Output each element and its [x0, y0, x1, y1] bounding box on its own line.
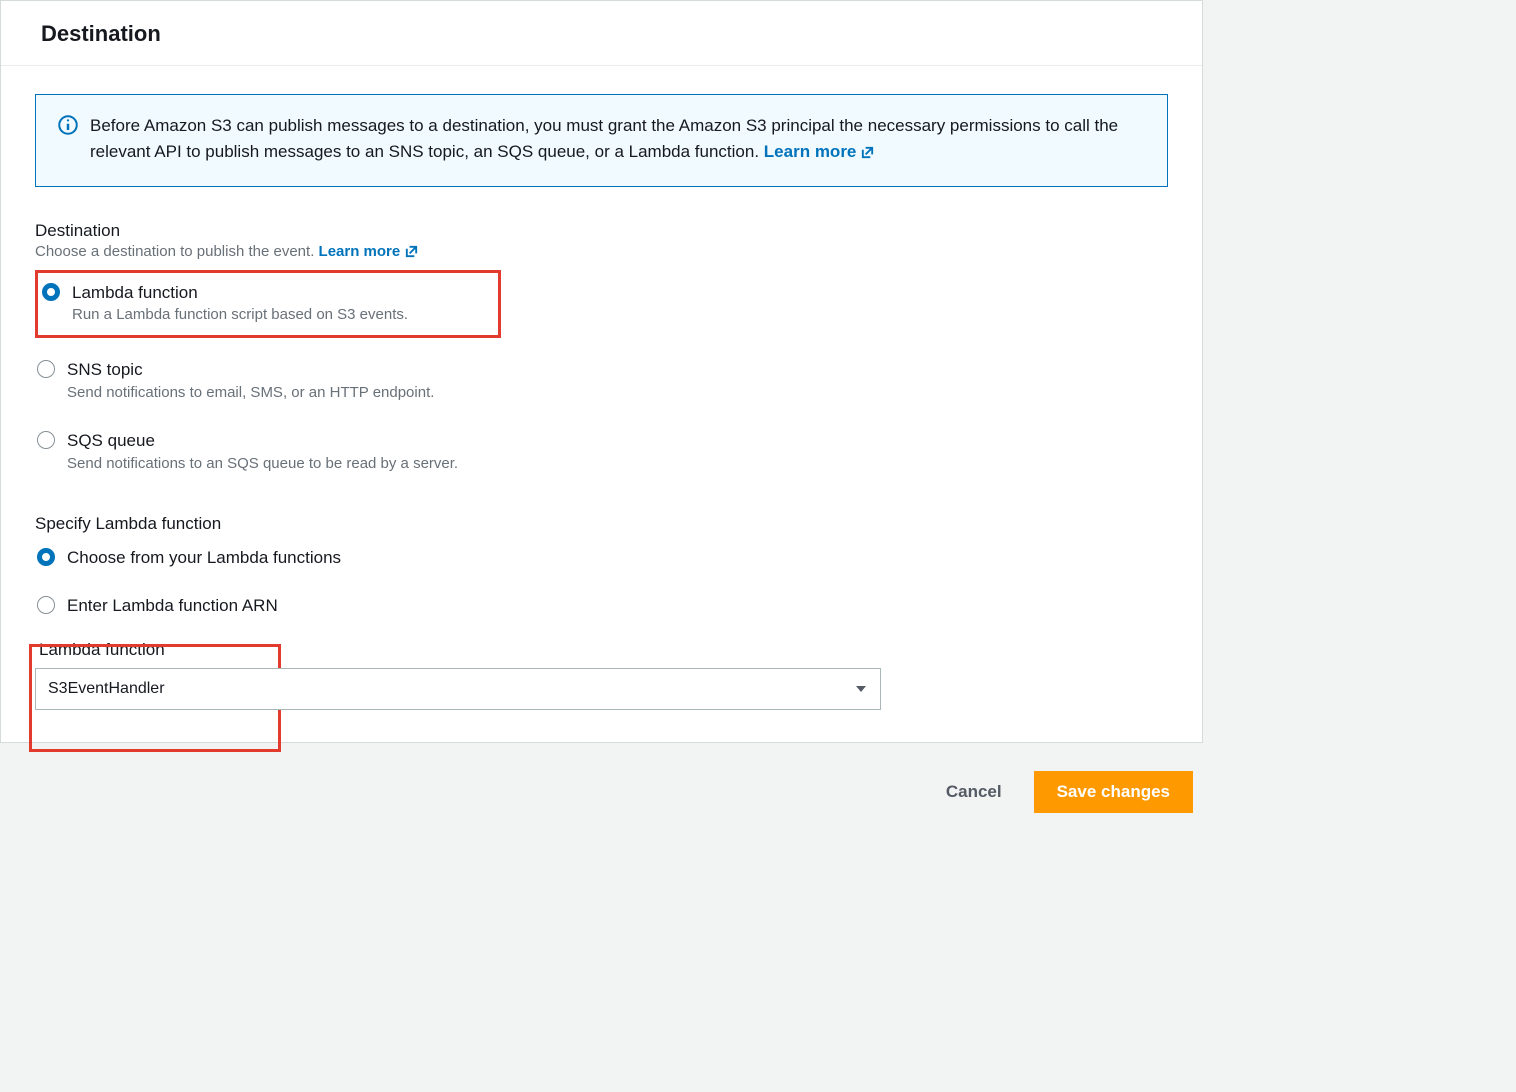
radio-label-group: Enter Lambda function ARN	[67, 594, 278, 618]
lambda-function-select[interactable]: S3EventHandler	[35, 668, 881, 710]
destination-radio-group: Lambda function Run a Lambda function sc…	[35, 270, 1168, 480]
chevron-down-icon	[855, 683, 867, 695]
radio-enter-arn[interactable]: Enter Lambda function ARN	[35, 588, 1168, 626]
radio-title: SNS topic	[67, 358, 434, 382]
info-message: Before Amazon S3 can publish messages to…	[90, 116, 1118, 161]
select-value: S3EventHandler	[35, 668, 881, 710]
lambda-select-area: Lambda function S3EventHandler	[35, 640, 1168, 710]
panel-header: Destination	[1, 1, 1202, 66]
save-changes-button[interactable]: Save changes	[1034, 771, 1193, 813]
destination-desc: Choose a destination to publish the even…	[35, 243, 1168, 260]
radio-sns-topic[interactable]: SNS topic Send notifications to email, S…	[35, 352, 1168, 409]
radio-indicator	[37, 596, 55, 614]
radio-desc: Run a Lambda function script based on S3…	[72, 306, 408, 323]
destination-learn-more-link[interactable]: Learn more	[319, 243, 420, 260]
destination-section: Destination Choose a destination to publ…	[35, 221, 1168, 480]
footer-actions: Cancel Save changes	[0, 743, 1203, 853]
learn-more-label: Learn more	[319, 243, 401, 260]
radio-label-group: Lambda function Run a Lambda function sc…	[72, 281, 408, 324]
destination-label: Destination	[35, 221, 1168, 241]
radio-lambda-function[interactable]: Lambda function Run a Lambda function sc…	[40, 275, 492, 332]
radio-title: Lambda function	[72, 281, 408, 305]
destination-panel: Destination Before Amazon S3 can publish…	[0, 0, 1203, 743]
specify-radio-group: Choose from your Lambda functions Enter …	[35, 540, 1168, 626]
radio-label-group: SNS topic Send notifications to email, S…	[67, 358, 434, 401]
radio-indicator	[37, 431, 55, 449]
radio-title: Enter Lambda function ARN	[67, 594, 278, 618]
info-learn-more-link[interactable]: Learn more	[764, 139, 876, 165]
learn-more-label: Learn more	[764, 139, 857, 165]
radio-label-group: Choose from your Lambda functions	[67, 546, 341, 570]
radio-indicator	[37, 360, 55, 378]
info-icon	[58, 115, 78, 135]
radio-title: SQS queue	[67, 429, 458, 453]
info-box: Before Amazon S3 can publish messages to…	[35, 94, 1168, 187]
external-link-icon	[404, 244, 419, 259]
cancel-button[interactable]: Cancel	[932, 772, 1016, 812]
external-link-icon	[860, 145, 875, 160]
specify-label: Specify Lambda function	[35, 514, 1168, 534]
radio-indicator	[37, 548, 55, 566]
radio-desc: Send notifications to an SQS queue to be…	[67, 455, 458, 472]
highlight-lambda-option: Lambda function Run a Lambda function sc…	[35, 270, 501, 339]
specify-lambda-section: Specify Lambda function Choose from your…	[35, 514, 1168, 626]
radio-desc: Send notifications to email, SMS, or an …	[67, 384, 434, 401]
radio-title: Choose from your Lambda functions	[67, 546, 341, 570]
destination-desc-text: Choose a destination to publish the even…	[35, 243, 319, 260]
radio-sqs-queue[interactable]: SQS queue Send notifications to an SQS q…	[35, 423, 1168, 480]
info-text: Before Amazon S3 can publish messages to…	[90, 113, 1145, 166]
panel-body: Before Amazon S3 can publish messages to…	[1, 66, 1202, 742]
radio-label-group: SQS queue Send notifications to an SQS q…	[67, 429, 458, 472]
radio-choose-from-functions[interactable]: Choose from your Lambda functions	[35, 540, 1168, 578]
radio-indicator	[42, 283, 60, 301]
panel-title: Destination	[41, 21, 1172, 47]
